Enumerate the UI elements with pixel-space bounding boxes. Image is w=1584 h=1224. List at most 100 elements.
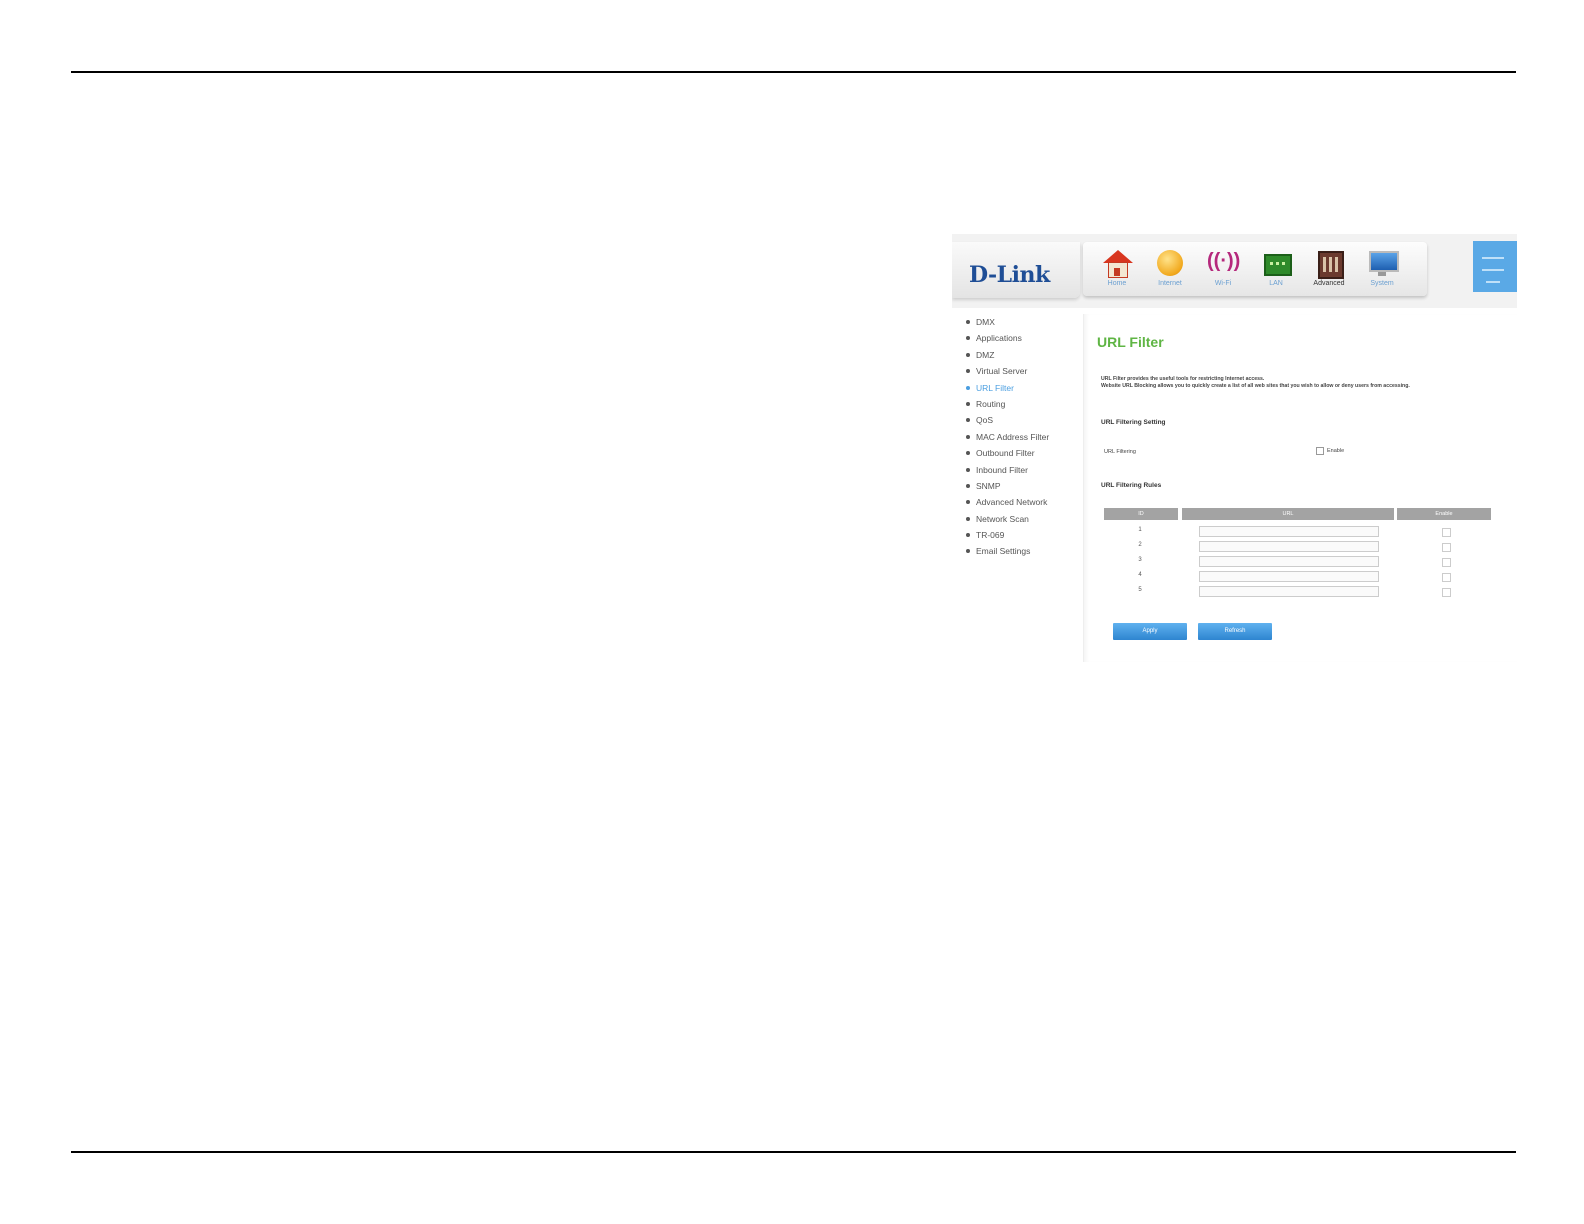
rule-row-id: 5 (1138, 587, 1142, 593)
sidebar-item-label: DMZ (976, 349, 995, 360)
nav-home-label: Home (1107, 280, 1127, 287)
bullet-icon (966, 385, 970, 390)
sidebar-item-label: Routing (976, 398, 1006, 409)
sidebar-item-outbound-filter[interactable]: Outbound Filter (952, 445, 1072, 461)
rule-enable-checkbox[interactable] (1442, 588, 1451, 597)
nav-home[interactable]: Home (1091, 246, 1143, 294)
sidebar-item-label: Outbound Filter (976, 448, 1035, 459)
description-line-1: URL Filter provides the useful tools for… (1101, 376, 1265, 382)
advanced-icon (1313, 248, 1345, 279)
sidebar-item-label: URL Filter (976, 382, 1014, 393)
bullet-icon (966, 369, 970, 374)
sidebar-item-label: SNMP (976, 480, 1001, 491)
nav-lan-label: LAN (1269, 280, 1283, 287)
sidebar-item-label: Applications (976, 333, 1022, 344)
sidebar-item-label: TR-069 (976, 530, 1005, 541)
sidebar-item-snmp[interactable]: SNMP (952, 478, 1072, 494)
bullet-icon (966, 549, 970, 554)
url-filtering-enable-checkbox[interactable] (1316, 447, 1324, 455)
url-filtering-enable-label: Enable (1327, 448, 1345, 454)
sidebar-item-applications[interactable]: Applications (952, 330, 1072, 346)
nav-system[interactable]: System (1356, 246, 1408, 294)
rule-enable-checkbox[interactable] (1442, 528, 1451, 537)
system-icon (1366, 248, 1399, 278)
bullet-icon (966, 434, 970, 439)
nav-system-label: System (1370, 280, 1394, 287)
sidebar-item-label: Virtual Server (976, 366, 1028, 377)
sidebar-item-tr-069[interactable]: TR-069 (952, 527, 1072, 543)
home-icon (1101, 248, 1133, 278)
bullet-icon (966, 352, 970, 357)
refresh-button[interactable]: Refresh (1198, 623, 1272, 640)
wifi-icon: ((·)) (1207, 250, 1241, 272)
page-description: URL Filter provides the useful tools for… (1101, 376, 1471, 390)
rule-enable-checkbox[interactable] (1442, 543, 1451, 552)
main-content: URL Filter URL Filter provides the usefu… (1083, 314, 1517, 662)
logout-button[interactable] (1473, 241, 1517, 292)
page-title: URL Filter (1097, 334, 1164, 350)
bullet-icon (966, 451, 970, 456)
rule-row-id: 3 (1138, 557, 1142, 563)
router-screenshot: D-Link Home Internet ((·)) Wi-Fi LAN Adv… (952, 234, 1517, 662)
rule-row-id: 4 (1138, 572, 1142, 578)
globe-icon (1154, 248, 1186, 278)
url-filtering-label: URL Filtering (1104, 449, 1136, 455)
sidebar-item-inbound-filter[interactable]: Inbound Filter (952, 462, 1072, 478)
rule-enable-checkbox[interactable] (1442, 558, 1451, 567)
rule-url-input[interactable] (1199, 541, 1379, 552)
sidebar-item-label: Network Scan (976, 513, 1029, 524)
rule-row-id: 2 (1138, 542, 1142, 548)
rule-url-input[interactable] (1199, 571, 1379, 582)
rule-enable-checkbox[interactable] (1442, 573, 1451, 582)
sidebar-item-virtual-server[interactable]: Virtual Server (952, 363, 1072, 379)
sidebar-item-label: QoS (976, 415, 994, 426)
bullet-icon (966, 401, 970, 406)
sidebar-item-dmx[interactable]: DMX (952, 314, 1072, 330)
bullet-icon (966, 533, 970, 538)
bottom-rule (71, 1151, 1516, 1153)
nav-advanced-label: Advanced (1313, 280, 1345, 287)
section-url-filtering-setting: URL Filtering Setting (1101, 419, 1166, 426)
bullet-icon (966, 418, 970, 423)
rule-url-input[interactable] (1199, 586, 1379, 597)
top-rule (71, 71, 1516, 73)
nav-wifi-label: Wi-Fi (1214, 280, 1232, 287)
sidebar-item-mac-address-filter[interactable]: MAC Address Filter (952, 429, 1072, 445)
description-line-2: Website URL Blocking allows you to quick… (1101, 383, 1410, 389)
apply-button[interactable]: Apply (1113, 623, 1187, 640)
sidebar-item-label: DMX (976, 317, 995, 327)
sidebar-item-network-scan[interactable]: Network Scan (952, 511, 1072, 527)
sidebar-item-qos[interactable]: QoS (952, 412, 1072, 428)
section-url-filtering-rules: URL Filtering Rules (1101, 482, 1162, 489)
logo-box: D-Link (952, 242, 1080, 298)
lan-icon (1260, 248, 1292, 278)
sidebar-item-label: MAC Address Filter (976, 431, 1050, 442)
header: D-Link Home Internet ((·)) Wi-Fi LAN Adv… (952, 234, 1517, 308)
bullet-icon (966, 500, 970, 505)
nav-lan[interactable]: LAN (1250, 246, 1302, 294)
rule-row-id: 1 (1138, 527, 1142, 533)
dlink-logo[interactable]: D-Link (969, 262, 1050, 288)
nav-internet[interactable]: Internet (1144, 246, 1196, 294)
sidebar-item-routing[interactable]: Routing (952, 396, 1072, 412)
bullet-icon (966, 336, 970, 341)
top-nav: Home Internet ((·)) Wi-Fi LAN Advanced S… (1083, 242, 1427, 296)
sidebar-item-advanced-network[interactable]: Advanced Network (952, 494, 1072, 510)
sidebar-item-dmz[interactable]: DMZ (952, 347, 1072, 363)
nav-advanced[interactable]: Advanced (1303, 246, 1355, 294)
sidebar-item-label: Inbound Filter (976, 464, 1028, 475)
column-header-id: ID (1104, 508, 1178, 520)
sidebar-item-label: Email Settings (976, 546, 1031, 557)
column-header-enable: Enable (1397, 508, 1491, 520)
nav-internet-label: Internet (1158, 280, 1182, 287)
sidebar-item-label: Advanced Network (976, 497, 1048, 508)
sidebar-item-email-settings[interactable]: Email Settings (952, 543, 1072, 559)
bullet-icon (966, 516, 970, 521)
bullet-icon (966, 467, 970, 472)
sidebar-item-url-filter[interactable]: URL Filter (952, 380, 1072, 396)
column-header-url: URL (1182, 508, 1394, 520)
bullet-icon (966, 483, 970, 488)
rule-url-input[interactable] (1199, 526, 1379, 537)
rule-url-input[interactable] (1199, 556, 1379, 567)
nav-wifi[interactable]: ((·)) Wi-Fi (1197, 246, 1249, 294)
